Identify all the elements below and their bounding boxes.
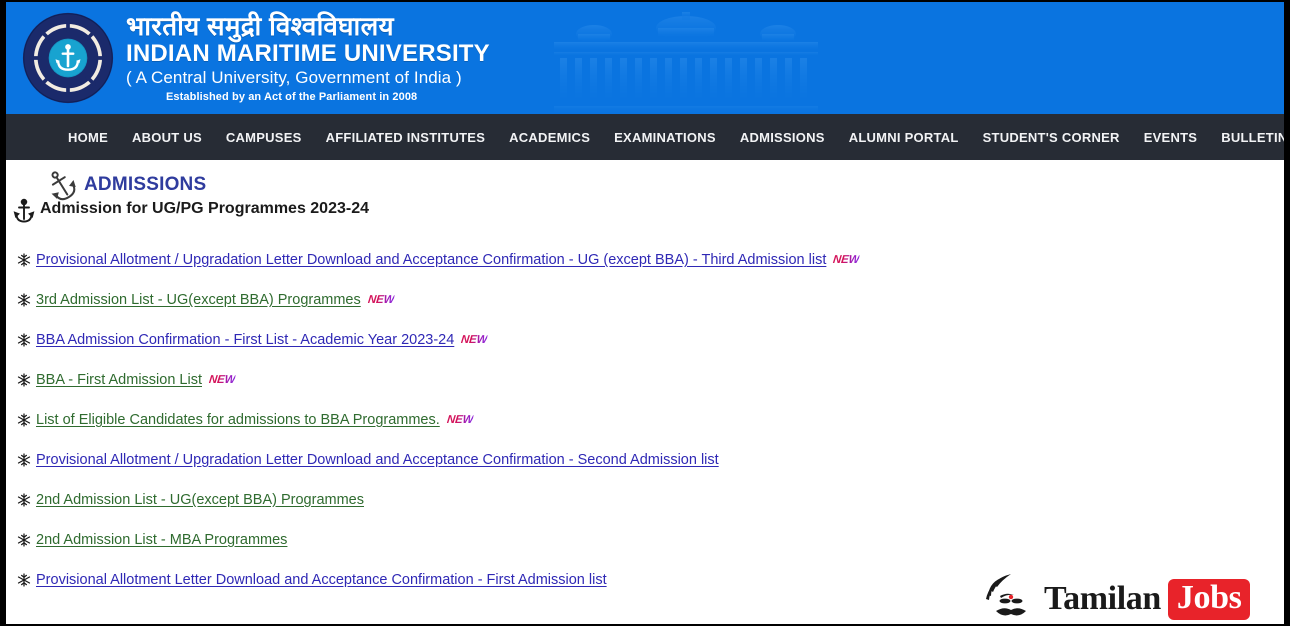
anchor-decoration-icon — [42, 168, 82, 204]
admission-link[interactable]: List of Eligible Candidates for admissio… — [36, 412, 440, 428]
nav-item-admissions[interactable]: ADMISSIONS — [740, 130, 825, 145]
nav-item-affiliated-institutes[interactable]: AFFILIATED INSTITUTES — [326, 130, 486, 145]
new-badge: NEW — [460, 334, 489, 346]
main-content: ADMISSIONS Admission for UG/PG Programme… — [6, 160, 1284, 624]
sparkle-bullet-icon — [16, 332, 32, 348]
site-header: भारतीय समुद्री विश्वविघालय INDIAN MARITI… — [6, 2, 1284, 114]
section-subheading-row: Admission for UG/PG Programmes 2023-24 — [6, 198, 1284, 223]
nav-item-students-corner[interactable]: STUDENT'S CORNER — [983, 130, 1120, 145]
list-item: BBA Admission Confirmation - First List … — [16, 320, 1284, 360]
main-navigation: HOME ABOUT US CAMPUSES AFFILIATED INSTIT… — [6, 114, 1284, 160]
new-badge: NEW — [832, 254, 861, 266]
sparkle-bullet-icon — [16, 372, 32, 388]
list-item: Provisional Allotment / Upgradation Lett… — [16, 240, 1284, 280]
tamilan-jobs-name-part1: Tamilan — [1044, 580, 1161, 617]
building-watermark-icon — [546, 10, 826, 114]
nav-item-campuses[interactable]: CAMPUSES — [226, 130, 302, 145]
nav-item-academics[interactable]: ACADEMICS — [509, 130, 590, 145]
section-subheading: Admission for UG/PG Programmes 2023-24 — [40, 200, 369, 217]
admission-link[interactable]: Provisional Allotment Letter Download an… — [36, 572, 607, 588]
list-item: 3rd Admission List - UG(except BBA) Prog… — [16, 280, 1284, 320]
nav-item-home[interactable]: HOME — [68, 130, 108, 145]
list-item: 2nd Admission List - UG(except BBA) Prog… — [16, 480, 1284, 520]
new-badge: NEW — [208, 374, 236, 386]
admission-link[interactable]: BBA - First Admission List — [36, 372, 202, 388]
nav-item-alumni-portal[interactable]: ALUMNI PORTAL — [849, 130, 959, 145]
title-english: INDIAN MARITIME UNIVERSITY — [126, 39, 490, 67]
sparkle-bullet-icon — [16, 532, 32, 548]
new-badge: NEW — [446, 414, 474, 426]
tamilan-face-icon — [984, 573, 1042, 624]
new-badge: NEW — [367, 294, 395, 306]
anchor-bullet-icon — [12, 198, 36, 224]
section-header: ADMISSIONS — [6, 160, 1284, 201]
admission-link[interactable]: 3rd Admission List - UG(except BBA) Prog… — [36, 292, 361, 308]
list-item: BBA - First Admission List NEW — [16, 360, 1284, 400]
sparkle-bullet-icon — [16, 492, 32, 508]
nav-item-bulletin[interactable]: BULLETIN — [1221, 130, 1284, 145]
sparkle-bullet-icon — [16, 252, 32, 268]
admission-link[interactable]: Provisional Allotment / Upgradation Lett… — [36, 452, 719, 468]
page-title: ADMISSIONS — [84, 174, 207, 195]
admission-link[interactable]: 2nd Admission List - MBA Programmes — [36, 532, 287, 548]
list-item: List of Eligible Candidates for admissio… — [16, 400, 1284, 440]
university-logo[interactable] — [16, 12, 120, 104]
title-subtitle: ( A Central University, Government of In… — [126, 68, 462, 88]
imu-seal-icon — [22, 12, 114, 104]
tamilan-jobs-watermark: Tamilan Jobs — [984, 568, 1251, 624]
browser-page: भारतीय समुद्री विश्वविघालय INDIAN MARITI… — [0, 0, 1290, 626]
admission-link[interactable]: BBA Admission Confirmation - First List … — [36, 332, 454, 348]
nav-item-events[interactable]: EVENTS — [1144, 130, 1198, 145]
sparkle-bullet-icon — [16, 452, 32, 468]
title-hindi: भारतीय समुद्री विश्वविघालय — [126, 11, 394, 42]
admission-link[interactable]: Provisional Allotment / Upgradation Lett… — [36, 252, 826, 268]
admission-link[interactable]: 2nd Admission List - UG(except BBA) Prog… — [36, 492, 364, 508]
title-established: Established by an Act of the Parliament … — [166, 90, 418, 103]
sparkle-bullet-icon — [16, 572, 32, 588]
nav-item-examinations[interactable]: EXAMINATIONS — [614, 130, 716, 145]
list-item: Provisional Allotment / Upgradation Lett… — [16, 440, 1284, 480]
tamilan-jobs-name-part2: Jobs — [1167, 578, 1251, 620]
nav-item-about-us[interactable]: ABOUT US — [132, 130, 202, 145]
sparkle-bullet-icon — [16, 292, 32, 308]
header-titles: भारतीय समुद्री विश्वविघालय INDIAN MARITI… — [126, 13, 490, 103]
sparkle-bullet-icon — [16, 412, 32, 428]
admission-links-list: Provisional Allotment / Upgradation Lett… — [6, 240, 1284, 600]
list-item: 2nd Admission List - MBA Programmes — [16, 520, 1284, 560]
